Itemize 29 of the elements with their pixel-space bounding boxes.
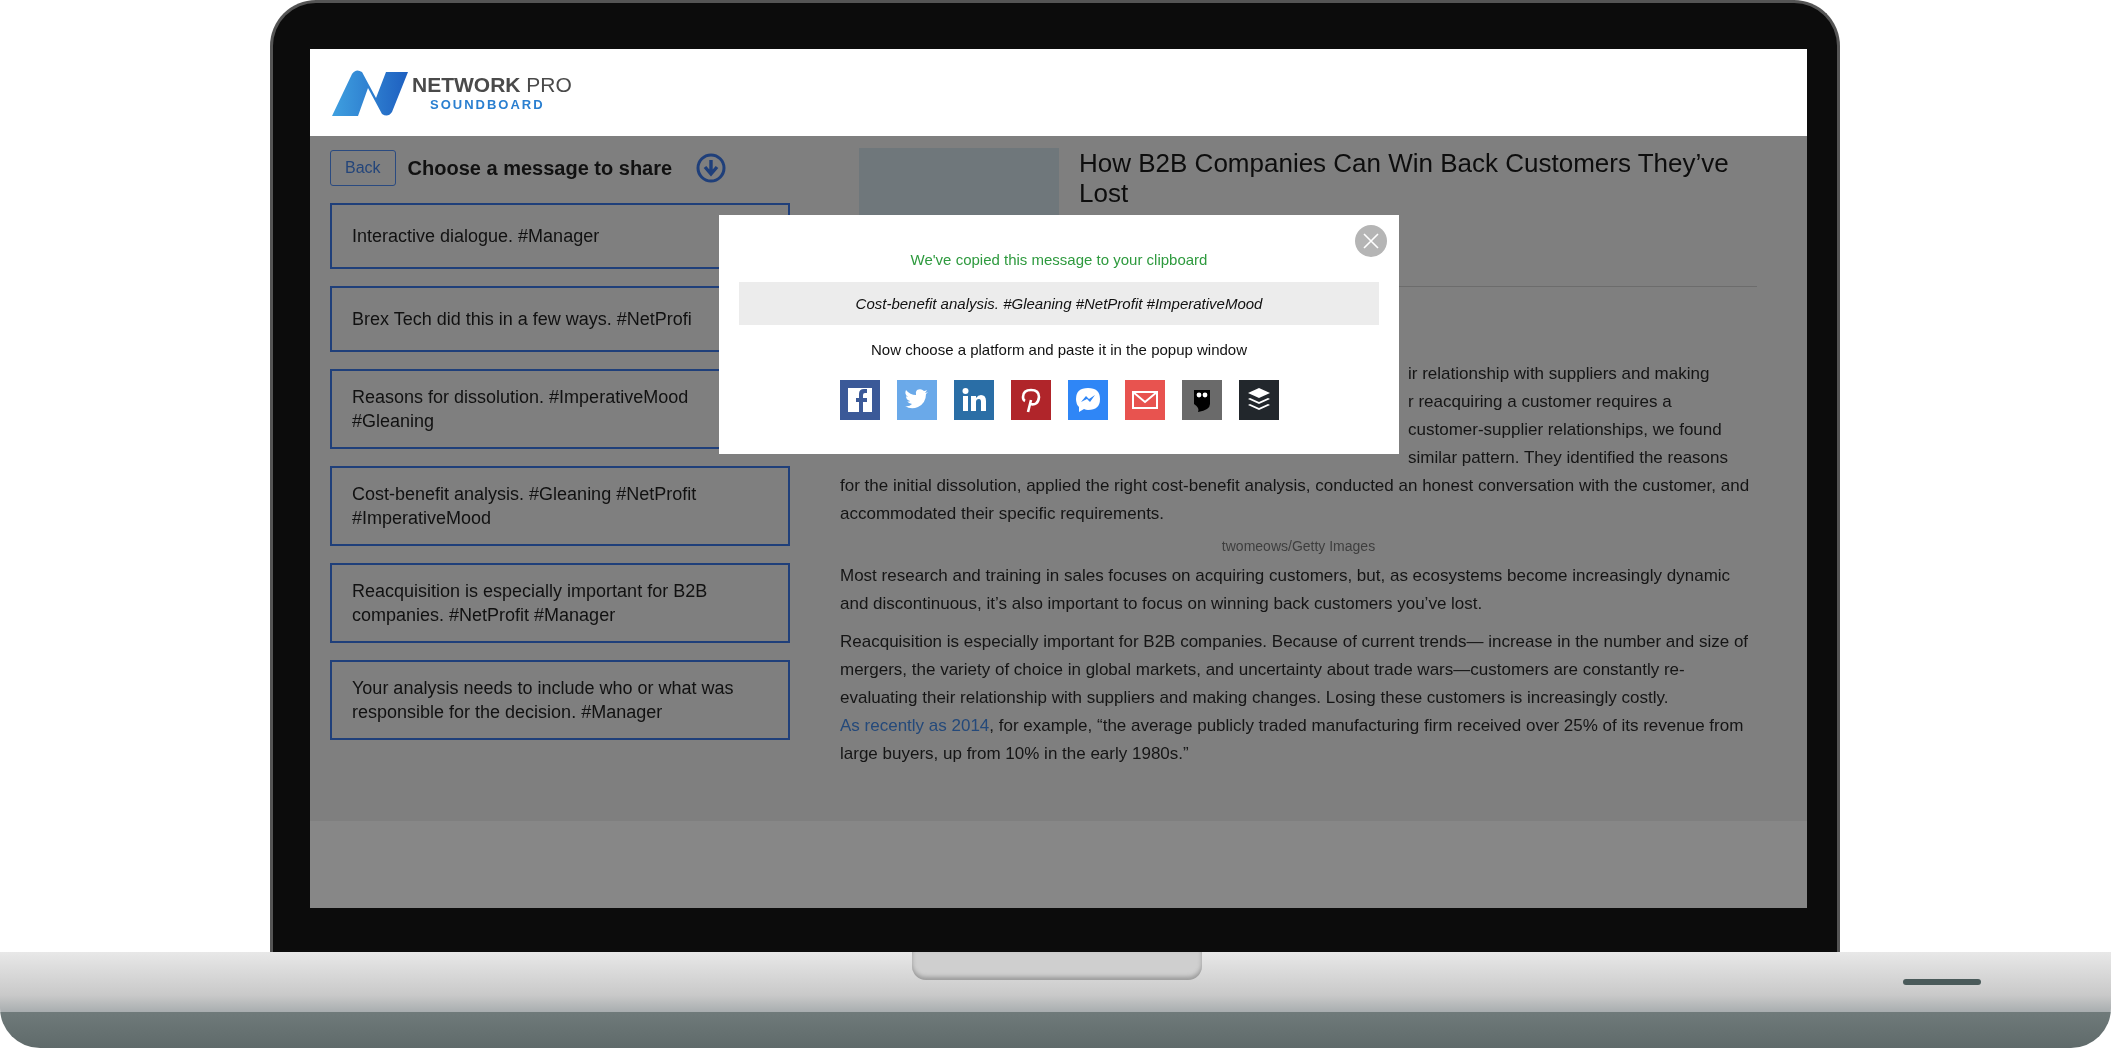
facebook-icon[interactable] [839, 380, 880, 420]
copied-message: Cost-benefit analysis. #Gleaning #NetProfit #ImperativeMood [739, 282, 1379, 325]
close-icon [1361, 231, 1381, 251]
article-text: ir relationship with suppliers and making [1408, 363, 1711, 385]
panel-title: Choose a message to share [407, 156, 673, 180]
message-card[interactable]: Reacquisition is especially important for B2B companies. #NetProfit #Manager [330, 563, 790, 643]
logo-tagline: SOUNDBOARD [430, 98, 546, 111]
envelope-icon[interactable] [1124, 380, 1165, 420]
chat-bubble-icon[interactable] [1067, 380, 1108, 420]
article-title: How B2B Companies Can Win Back Customers They’ve Lost [1079, 148, 1730, 210]
image-credit: twomeows/Getty Images [1220, 538, 1377, 554]
back-button[interactable]: Back [330, 150, 396, 186]
article-text: customer-supplier relationships, we found [1408, 419, 1723, 441]
message-card[interactable]: Cost-benefit analysis. #Gleaning #NetProfit #ImperativeMood [330, 466, 790, 546]
logo-name: NETWORK PRO [412, 74, 572, 95]
linkedin-icon[interactable] [953, 380, 994, 420]
article-paragraph: for the initial dissolution, applied the right cost-benefit analysis, conducted an honest conversation with the customer, and accommodated their specific requirements. [840, 475, 1751, 525]
article-text: similar pattern. They identified the reasons [1408, 447, 1730, 469]
pinterest-icon[interactable] [1010, 380, 1051, 420]
owl-icon[interactable] [1181, 380, 1222, 420]
arrow-down-circle-icon[interactable] [696, 153, 727, 183]
article-paragraph: Most research and training in sales focuses on acquiring customers, but, as ecosystems become increasingly dynamic and discontinuous, it’s also important to focus on winning back customers you’ve lost. [840, 565, 1732, 615]
article-paragraph: Reacquisition is especially important for B2B companies. Because of current trends— increase in the number and size of mergers, the variety of choice in global markets, and uncertainty about trade wars—customers are constantly re-evaluating their relationship with suppliers and making changes. Losing these customers is increasingly costly. As recently as 2014, for example, “the average publicly traded manufacturing firm received over 25% of its revenue from large buyers, up from 10% in the early 1980s.” [840, 631, 1750, 765]
article-text: r reacquiring a customer requires a [1408, 391, 1673, 413]
message-card[interactable]: Your analysis needs to include who or what was responsible for the decision. #Manager [330, 660, 790, 740]
copied-notice: We've copied this message to your clipboard [910, 251, 1208, 268]
instruction-text: Now choose a platform and paste it in the popup window [870, 341, 1248, 358]
layers-icon[interactable] [1238, 380, 1279, 420]
logo-icon [330, 67, 410, 118]
